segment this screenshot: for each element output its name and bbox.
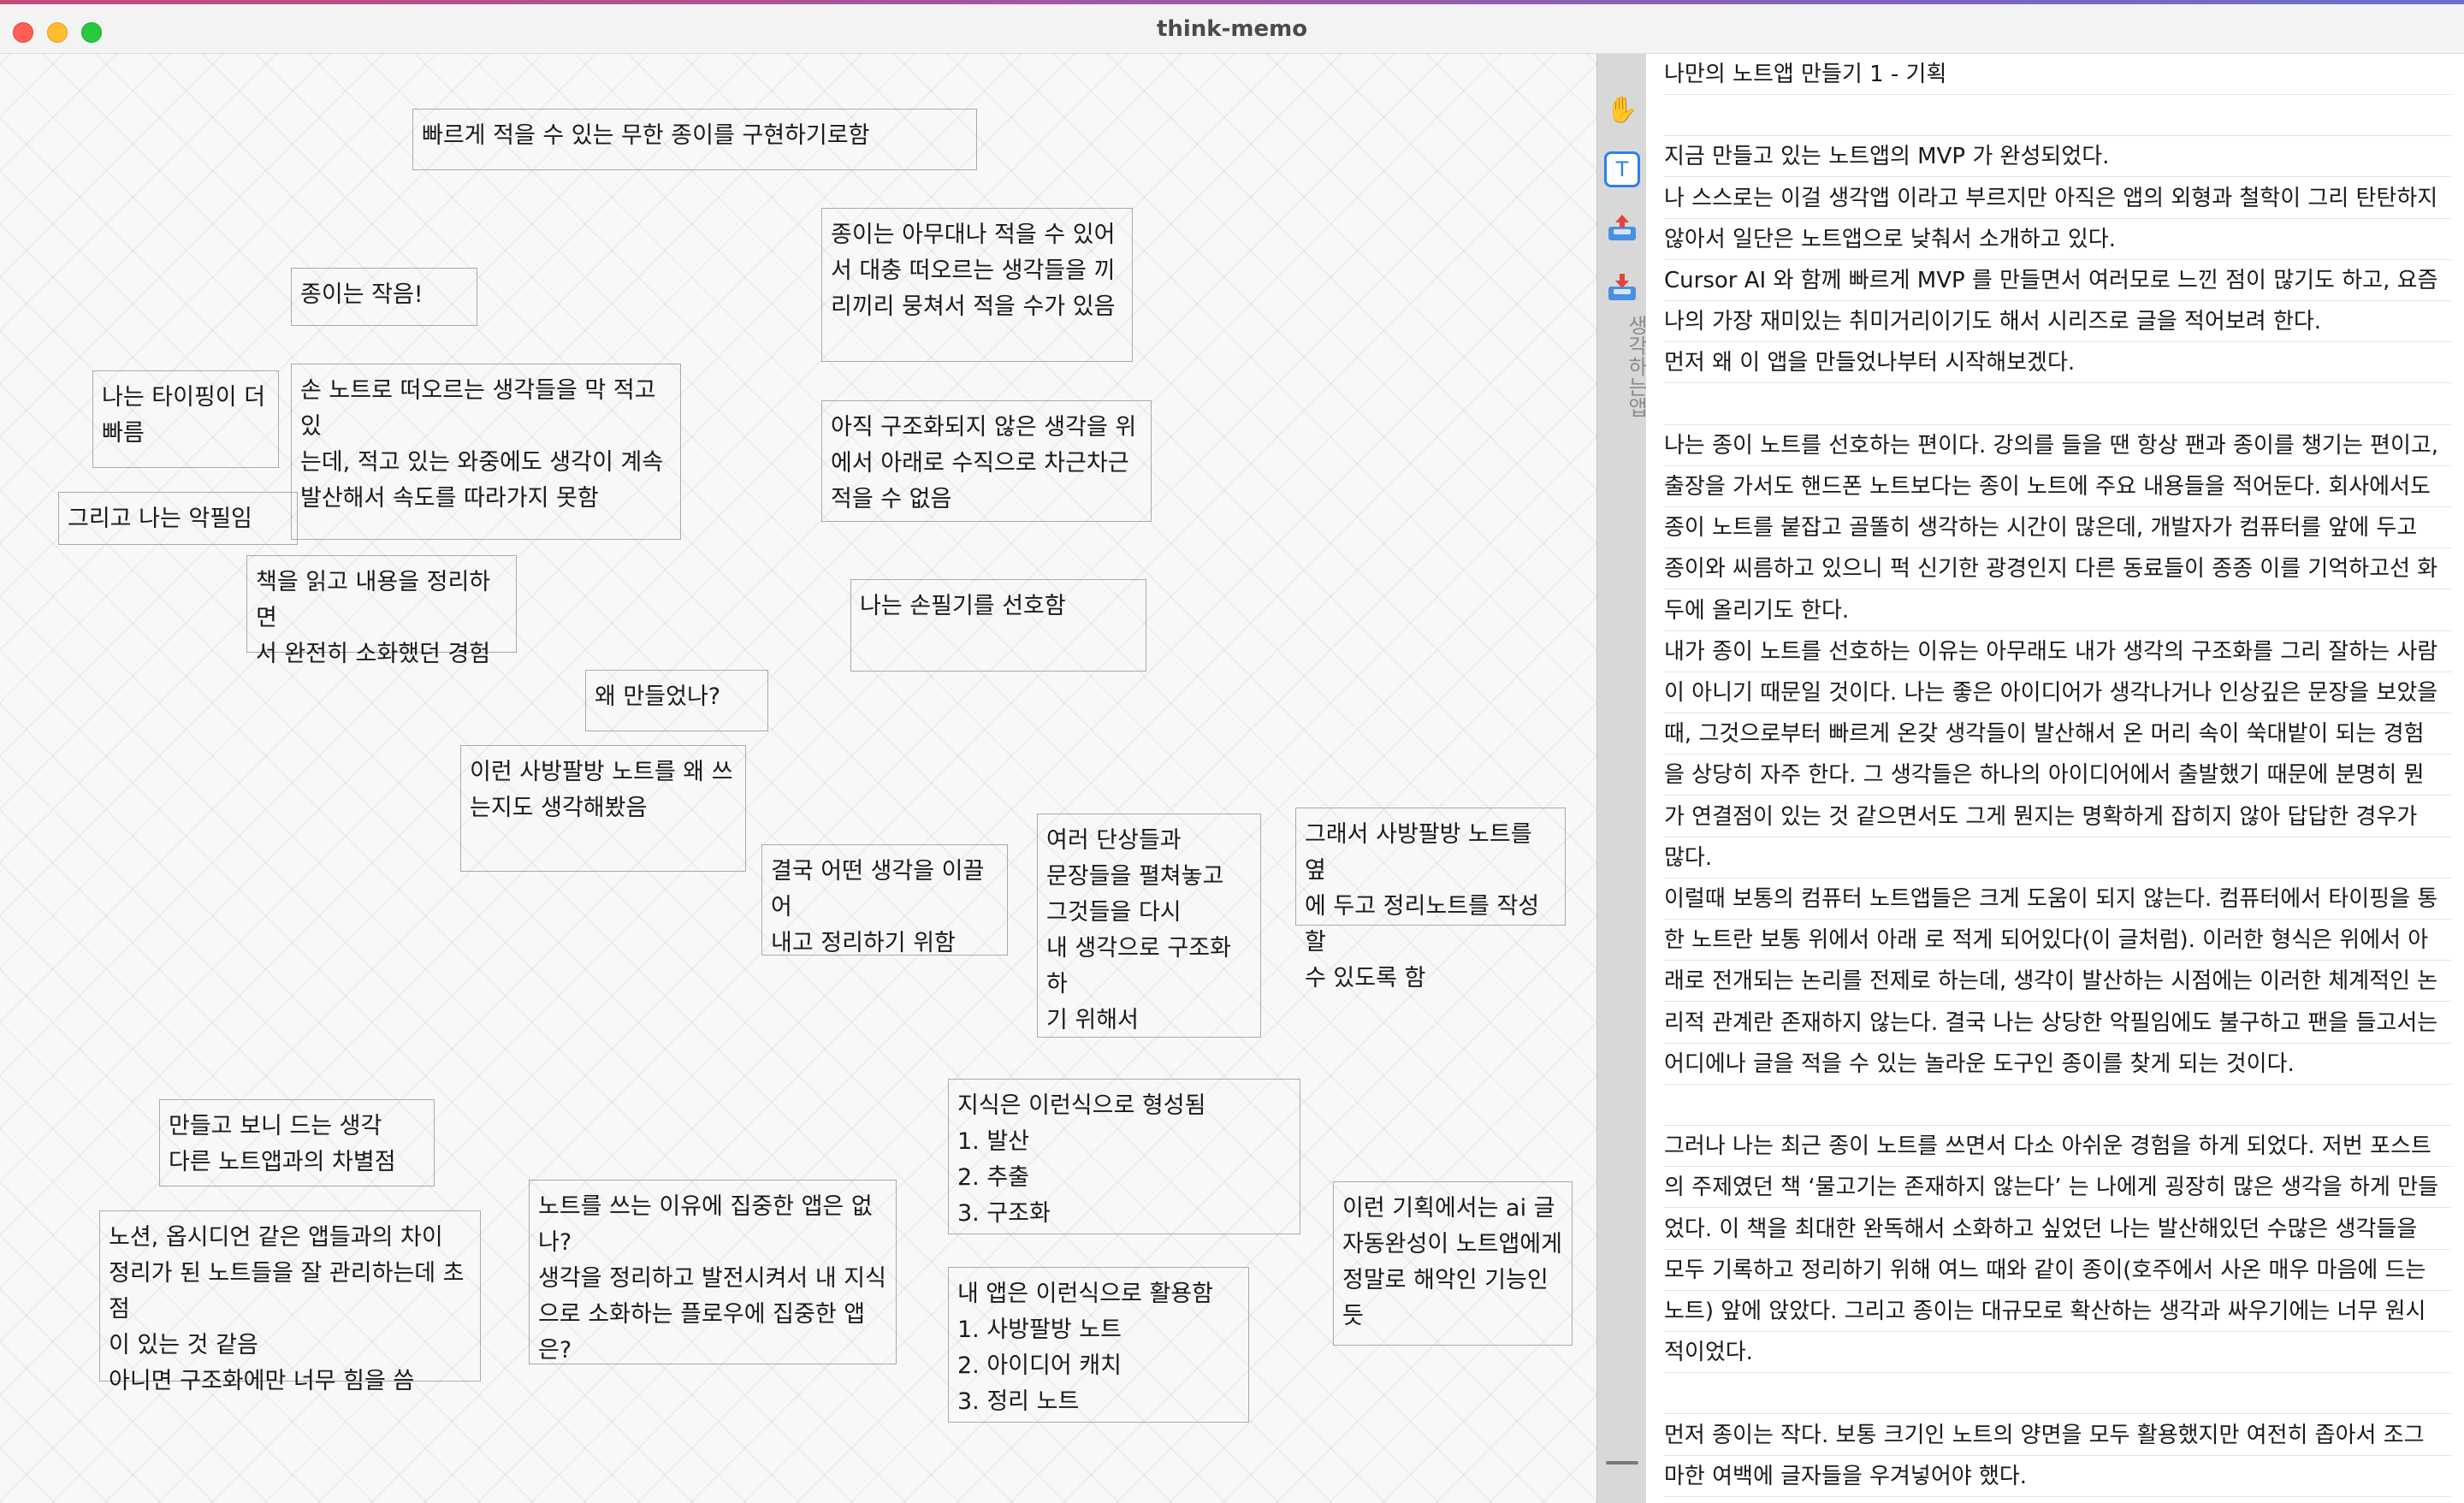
- editor-line[interactable]: 종이와 씨름하고 있으니 퍽 신기한 광경인지 다른 동료들이 종종 이를 기억…: [1664, 548, 2451, 590]
- editor-line[interactable]: 을 상당히 자주 한다. 그 생각들은 하나의 아이디어에서 출발했기 때문에 …: [1664, 754, 2451, 796]
- editor-line[interactable]: 마한 여백에 글자들을 우겨넣어야 했다.: [1664, 1456, 2451, 1497]
- tool-bar: ✋ T 생각하는앱: [1596, 54, 1648, 1503]
- editor-line[interactable]: 노트) 앞에 앉았다. 그리고 종이는 대규모로 확산하는 생각과 싸우기에는 …: [1664, 1291, 2451, 1332]
- editor-line[interactable]: 한 노트란 보통 위에서 아래 로 적게 되어있다(이 글처럼). 이러한 형식…: [1664, 920, 2451, 962]
- editor-line[interactable]: [1664, 1085, 2451, 1126]
- editor-line[interactable]: 나의 가장 재미있는 취미거리이기도 해서 시리즈로 글을 적어보려 한다.: [1664, 301, 2451, 343]
- editor-line[interactable]: [1664, 95, 2451, 137]
- memo-note[interactable]: 여러 단상들과 문장들을 펼쳐놓고 그것들을 다시 내 생각으로 구조화하 기 …: [1037, 814, 1261, 1038]
- editor-line[interactable]: Cursor AI 와 함께 빠르게 MVP 를 만들면서 여러모로 느낀 점이…: [1664, 260, 2451, 301]
- memo-note[interactable]: 빠르게 적을 수 있는 무한 종이를 구현하기로함: [412, 109, 977, 170]
- text-tool-button[interactable]: T: [1604, 151, 1640, 187]
- memo-note[interactable]: 종이는 아무대나 적을 수 있어 서 대충 떠오르는 생각들을 끼 리끼리 뭉쳐…: [821, 208, 1133, 362]
- editor-line[interactable]: 나는 종이 노트를 선호하는 편이다. 강의를 들을 땐 항상 팬과 종이를 챙…: [1664, 425, 2451, 466]
- app-vertical-label: 생각하는앱: [1624, 315, 1648, 417]
- text-icon: T: [1615, 157, 1629, 181]
- editor-line[interactable]: 었다. 이 책을 최대한 완독해서 소화하고 싶었던 나는 발산해있던 수많은 …: [1664, 1209, 2451, 1250]
- editor-line[interactable]: 출장을 가서도 핸드폰 노트보다는 종이 노트에 주요 내용들을 적어둔다. 회…: [1664, 466, 2451, 507]
- editor-line[interactable]: 이럴때 보통의 컴퓨터 노트앱들은 크게 도움이 되지 않는다. 컴퓨터에서 타…: [1664, 879, 2451, 920]
- note-editor[interactable]: 나만의 노트앱 만들기 1 - 기획지금 만들고 있는 노트앱의 MVP 가 완…: [1646, 54, 2464, 1503]
- memo-note[interactable]: 손 노트로 떠오르는 생각들을 막 적고 있 는데, 적고 있는 와중에도 생각…: [291, 364, 681, 540]
- hand-icon: ✋: [1606, 94, 1638, 125]
- memo-note[interactable]: 책을 읽고 내용을 정리하면 서 완전히 소화했던 경험: [246, 555, 517, 667]
- editor-line[interactable]: 먼저 왜 이 앱을 만들었나부터 시작해보겠다.: [1664, 342, 2451, 384]
- title-bar[interactable]: think-memo: [0, 4, 2464, 54]
- memo-note[interactable]: 나는 타이핑이 더 빠름: [92, 370, 279, 468]
- memo-note[interactable]: 그래서 사방팔방 노트를 옆 에 두고 정리노트를 작성할 수 있도록 함: [1295, 808, 1566, 991]
- editor-line[interactable]: 두에 올리기도 한다.: [1664, 590, 2451, 631]
- memo-note[interactable]: 아직 구조화되지 않은 생각을 위 에서 아래로 수직으로 차근차근 적을 수 …: [821, 400, 1152, 522]
- memo-note[interactable]: 결국 어떤 생각을 이끌어 내고 정리하기 위함: [761, 844, 1008, 956]
- tray-upload-icon: [1608, 215, 1636, 240]
- memo-note[interactable]: 왜 만들었나?: [585, 670, 768, 731]
- editor-line[interactable]: 이 아니기 때문일 것이다. 나는 좋은 아이디어가 생각나거나 인상깊은 문장…: [1664, 672, 2451, 713]
- memo-note[interactable]: 노트를 쓰는 이유에 집중한 앱은 없 나? 생각을 정리하고 발전시켜서 내 …: [529, 1180, 897, 1364]
- editor-line[interactable]: 않아서 일단은 노트앱으로 낮춰서 소개하고 있다.: [1664, 219, 2451, 260]
- memo-note[interactable]: 노션, 옵시디언 같은 앱들과의 차이 정리가 된 노트들을 잘 관리하는데 초…: [99, 1210, 481, 1394]
- memo-canvas[interactable]: 빠르게 적을 수 있는 무한 종이를 구현하기로함 종이는 아무대나 적을 수 …: [0, 54, 1596, 1503]
- editor-line[interactable]: 래로 전개되는 논리를 전제로 하는데, 생각이 발산하는 시점에는 이러한 체…: [1664, 961, 2451, 1003]
- editor-line[interactable]: 어디에나 글을 적을 수 있는 놀라운 도구인 종이를 찾게 되는 것이다.: [1664, 1044, 2451, 1085]
- export-tool-button[interactable]: [1604, 210, 1640, 246]
- editor-line[interactable]: 의 주제였던 책 ‘물고기는 존재하지 않는다’ 는 나에게 굉장히 많은 생각…: [1664, 1167, 2451, 1209]
- import-tool-button[interactable]: [1604, 269, 1640, 305]
- memo-note[interactable]: 만들고 보니 드는 생각 다른 노트앱과의 차별점: [159, 1099, 435, 1186]
- collapse-handle[interactable]: [1606, 1461, 1638, 1465]
- memo-note[interactable]: 이런 기획에서는 ai 글 자동완성이 노트앱에게 정말로 해악인 기능인 듯: [1333, 1181, 1573, 1346]
- editor-line[interactable]: 나 스스로는 이걸 생각앱 이라고 부르지만 아직은 앱의 외형과 철학이 그리…: [1664, 178, 2451, 219]
- window-title: think-memo: [1156, 16, 1308, 42]
- editor-line[interactable]: 모두 기록하고 정리하기 위해 여느 때와 같이 종이(호주에서 사온 매우 마…: [1664, 1250, 2451, 1291]
- memo-note[interactable]: 종이는 작음!: [291, 268, 477, 326]
- editor-line[interactable]: [1664, 384, 2451, 425]
- editor-line[interactable]: 지금 만들고 있는 노트앱의 MVP 가 완성되었다.: [1664, 136, 2451, 178]
- editor-line[interactable]: 종이 노트를 붙잡고 골똘히 생각하는 시간이 많은데, 개발자가 컴퓨터를 앞…: [1664, 507, 2451, 549]
- tray-download-icon: [1608, 274, 1636, 300]
- note-title-line[interactable]: 나만의 노트앱 만들기 1 - 기획: [1664, 54, 2451, 95]
- hand-tool-button[interactable]: ✋: [1604, 92, 1640, 127]
- editor-line[interactable]: 가 연결점이 있는 것 같으면서도 그게 뭔지는 명확하게 잡히지 않아 답답한…: [1664, 796, 2451, 837]
- editor-line[interactable]: 그러나 나는 최근 종이 노트를 쓰면서 다소 아쉬운 경험을 하게 되었다. …: [1664, 1126, 2451, 1168]
- editor-line[interactable]: 때, 그것으로부터 빠르게 온갖 생각들이 발산해서 온 머리 속이 쑥대밭이 …: [1664, 713, 2451, 755]
- memo-note[interactable]: 내 앱은 이런식으로 활용함 1. 사방팔방 노트 2. 아이디어 캐치 3. …: [948, 1267, 1249, 1423]
- memo-note[interactable]: 그리고 나는 악필임: [58, 492, 298, 545]
- memo-note[interactable]: 나는 손필기를 선호함: [850, 579, 1146, 672]
- editor-line[interactable]: 적이었다.: [1664, 1332, 2451, 1374]
- memo-note[interactable]: 지식은 이런식으로 형성됨 1. 발산 2. 추출 3. 구조화: [948, 1079, 1300, 1234]
- editor-line[interactable]: [1664, 1373, 2451, 1415]
- memo-note[interactable]: 이런 사방팔방 노트를 왜 쓰 는지도 생각해봤음: [460, 745, 746, 872]
- editor-line[interactable]: 리적 관계란 존재하지 않는다. 결국 나는 상당한 악필임에도 불구하고 팬을…: [1664, 1003, 2451, 1044]
- editor-line[interactable]: 내가 종이 노트를 선호하는 이유는 아무래도 내가 생각의 구조화를 그리 잘…: [1664, 631, 2451, 672]
- editor-line[interactable]: 먼저 종이는 작다. 보통 크기인 노트의 양면을 모두 활용했지만 여전히 좁…: [1664, 1415, 2451, 1456]
- editor-line[interactable]: 많다.: [1664, 837, 2451, 879]
